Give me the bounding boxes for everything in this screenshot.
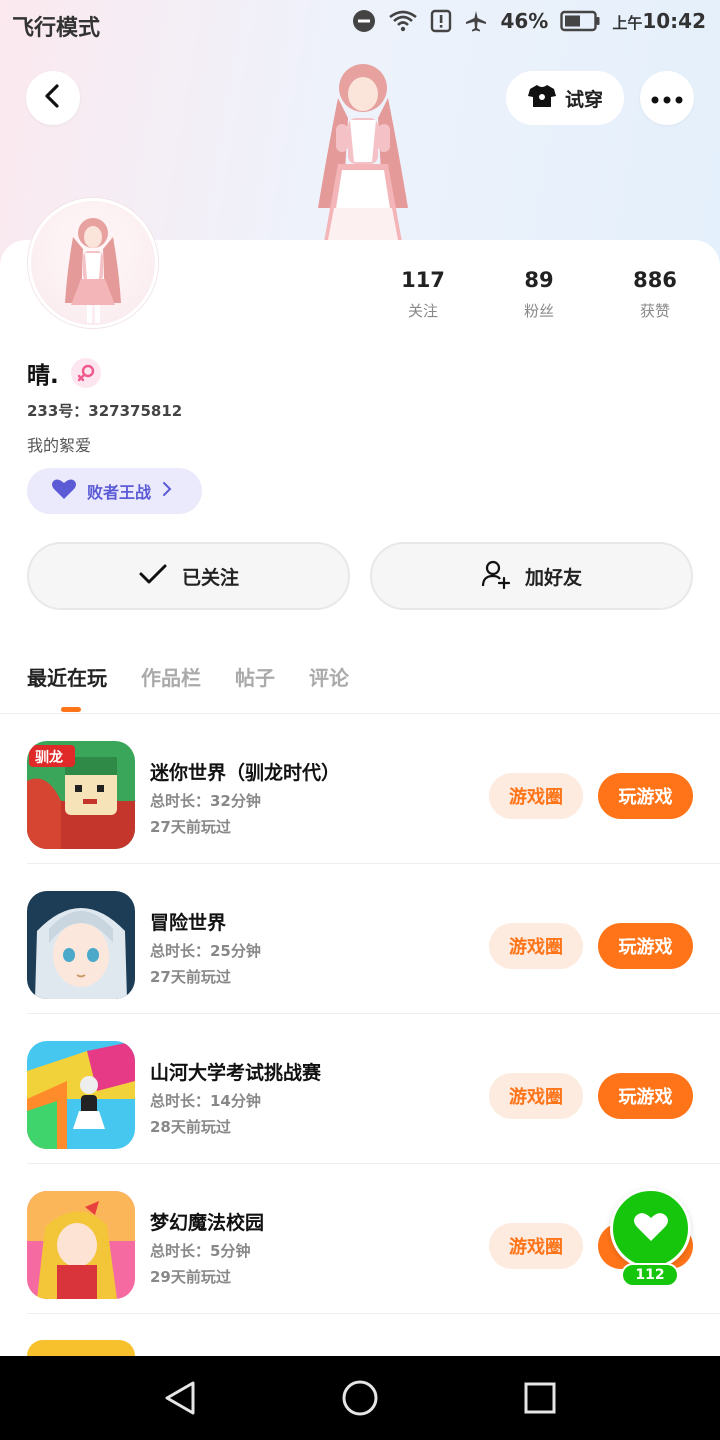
stat-likes-value: 886	[633, 268, 677, 292]
badge-pill[interactable]: 败者王战	[27, 468, 202, 514]
stat-followers-value: 89	[524, 268, 554, 292]
game-circle-button[interactable]: 游戏圈	[489, 1073, 583, 1119]
stat-following[interactable]: 117 关注	[383, 268, 463, 321]
list-item[interactable]: 驯龙 迷你世界（驯龙时代） 总时长：32分钟 27天前玩过 游戏圈 玩游戏	[0, 714, 720, 864]
play-game-button[interactable]: 玩游戏	[598, 923, 693, 969]
game-icon-magic-campus	[27, 1191, 135, 1299]
play-game-button[interactable]: 玩游戏	[598, 773, 693, 819]
battery-percent: 46%	[500, 9, 549, 33]
active-tab-indicator	[61, 707, 81, 712]
avatar[interactable]	[28, 198, 158, 328]
game-last-played: 27天前玩过	[150, 968, 231, 986]
game-icon-partial	[27, 1340, 135, 1356]
game-title: 冒险世界	[150, 912, 227, 934]
game-circle-button[interactable]: 游戏圈	[489, 923, 583, 969]
chevron-left-icon	[42, 83, 64, 113]
back-button[interactable]	[26, 71, 80, 125]
alert-icon	[430, 9, 452, 33]
stat-followers-label: 粉丝	[523, 302, 554, 320]
add-friend-label: 加好友	[524, 566, 582, 589]
list-item[interactable]: 山河大学考试挑战赛 总时长：14分钟 28天前玩过 游戏圈 玩游戏	[0, 1014, 720, 1164]
user-name: 晴.	[27, 363, 59, 389]
tab-posts[interactable]: 帖子	[235, 662, 275, 691]
stat-likes: 886 获赞	[615, 268, 695, 321]
female-gender-icon	[70, 358, 101, 388]
system-nav-bar	[0, 1356, 720, 1440]
name-row: 晴.	[27, 356, 101, 390]
wifi-icon	[388, 9, 418, 33]
shirt-icon	[527, 83, 557, 114]
status-bar: 飞行模式 46% 上午10:42	[0, 0, 720, 48]
status-icons: 46% 上午10:42	[352, 9, 706, 33]
tab-recently-played[interactable]: 最近在玩	[27, 662, 107, 691]
tab-comments[interactable]: 评论	[309, 662, 349, 691]
game-duration: 总时长：25分钟	[150, 942, 261, 960]
game-last-played: 29天前玩过	[150, 1268, 231, 1286]
triangle-back-icon	[165, 1381, 195, 1415]
add-friend-button[interactable]: 加好友	[370, 542, 693, 610]
game-duration: 总时长：14分钟	[150, 1092, 261, 1110]
nav-home-button[interactable]	[338, 1376, 382, 1420]
chevron-right-icon	[161, 481, 173, 501]
stat-following-label: 关注	[407, 302, 438, 320]
followed-button[interactable]: 已关注	[27, 542, 350, 610]
nav-back-button[interactable]	[158, 1376, 202, 1420]
user-bio: 我的絮爱	[27, 436, 92, 455]
stat-following-value: 117	[401, 268, 445, 292]
clock: 上午10:42	[612, 9, 706, 33]
do-not-disturb-icon	[352, 9, 376, 33]
game-duration: 总时长：32分钟	[150, 792, 261, 810]
add-user-icon	[481, 559, 511, 594]
square-recents-icon	[524, 1382, 556, 1414]
like-fab-button[interactable]	[610, 1188, 691, 1269]
play-game-button[interactable]: 玩游戏	[598, 1073, 693, 1119]
game-icon-text: 驯龙	[35, 749, 63, 766]
airplane-mode-label: 飞行模式	[12, 16, 101, 41]
game-title: 山河大学考试挑战赛	[150, 1062, 322, 1084]
nav-recents-button[interactable]	[518, 1376, 562, 1420]
more-options-button[interactable]	[640, 71, 694, 125]
game-circle-button[interactable]: 游戏圈	[489, 1223, 583, 1269]
badge-label: 败者王战	[87, 483, 152, 502]
battery-icon	[560, 10, 600, 32]
airplane-icon	[464, 9, 488, 33]
try-on-button[interactable]: 试穿	[506, 71, 624, 125]
heart-icon	[633, 1211, 669, 1247]
check-icon	[138, 562, 168, 591]
user-id: 233号：327375812	[27, 402, 183, 420]
list-item[interactable]: 冒险世界 总时长：25分钟 27天前玩过 游戏圈 玩游戏	[0, 864, 720, 1014]
game-last-played: 28天前玩过	[150, 1118, 231, 1136]
stat-likes-label: 获赞	[639, 302, 670, 320]
game-icon-shanhe-university	[27, 1041, 135, 1149]
more-dots-icon	[651, 89, 683, 108]
circle-home-icon	[342, 1380, 378, 1416]
game-last-played: 27天前玩过	[150, 818, 231, 836]
game-title: 迷你世界（驯龙时代）	[150, 762, 341, 784]
followed-label: 已关注	[181, 566, 239, 589]
tab-works[interactable]: 作品栏	[141, 662, 201, 691]
game-duration: 总时长：5分钟	[150, 1242, 251, 1260]
like-count-badge: 112	[621, 1263, 679, 1287]
try-on-label: 试穿	[564, 88, 603, 111]
game-title: 梦幻魔法校园	[150, 1212, 265, 1234]
stat-followers[interactable]: 89 粉丝	[499, 268, 579, 321]
game-circle-button[interactable]: 游戏圈	[489, 773, 583, 819]
profile-tabs: 最近在玩 作品栏 帖子 评论	[27, 662, 349, 691]
heart-icon	[51, 478, 77, 504]
row-divider	[27, 1313, 720, 1314]
avatar-character-figure	[298, 58, 428, 242]
game-icon-adventure-world	[27, 891, 135, 999]
game-icon-mini-world: 驯龙	[27, 741, 135, 849]
